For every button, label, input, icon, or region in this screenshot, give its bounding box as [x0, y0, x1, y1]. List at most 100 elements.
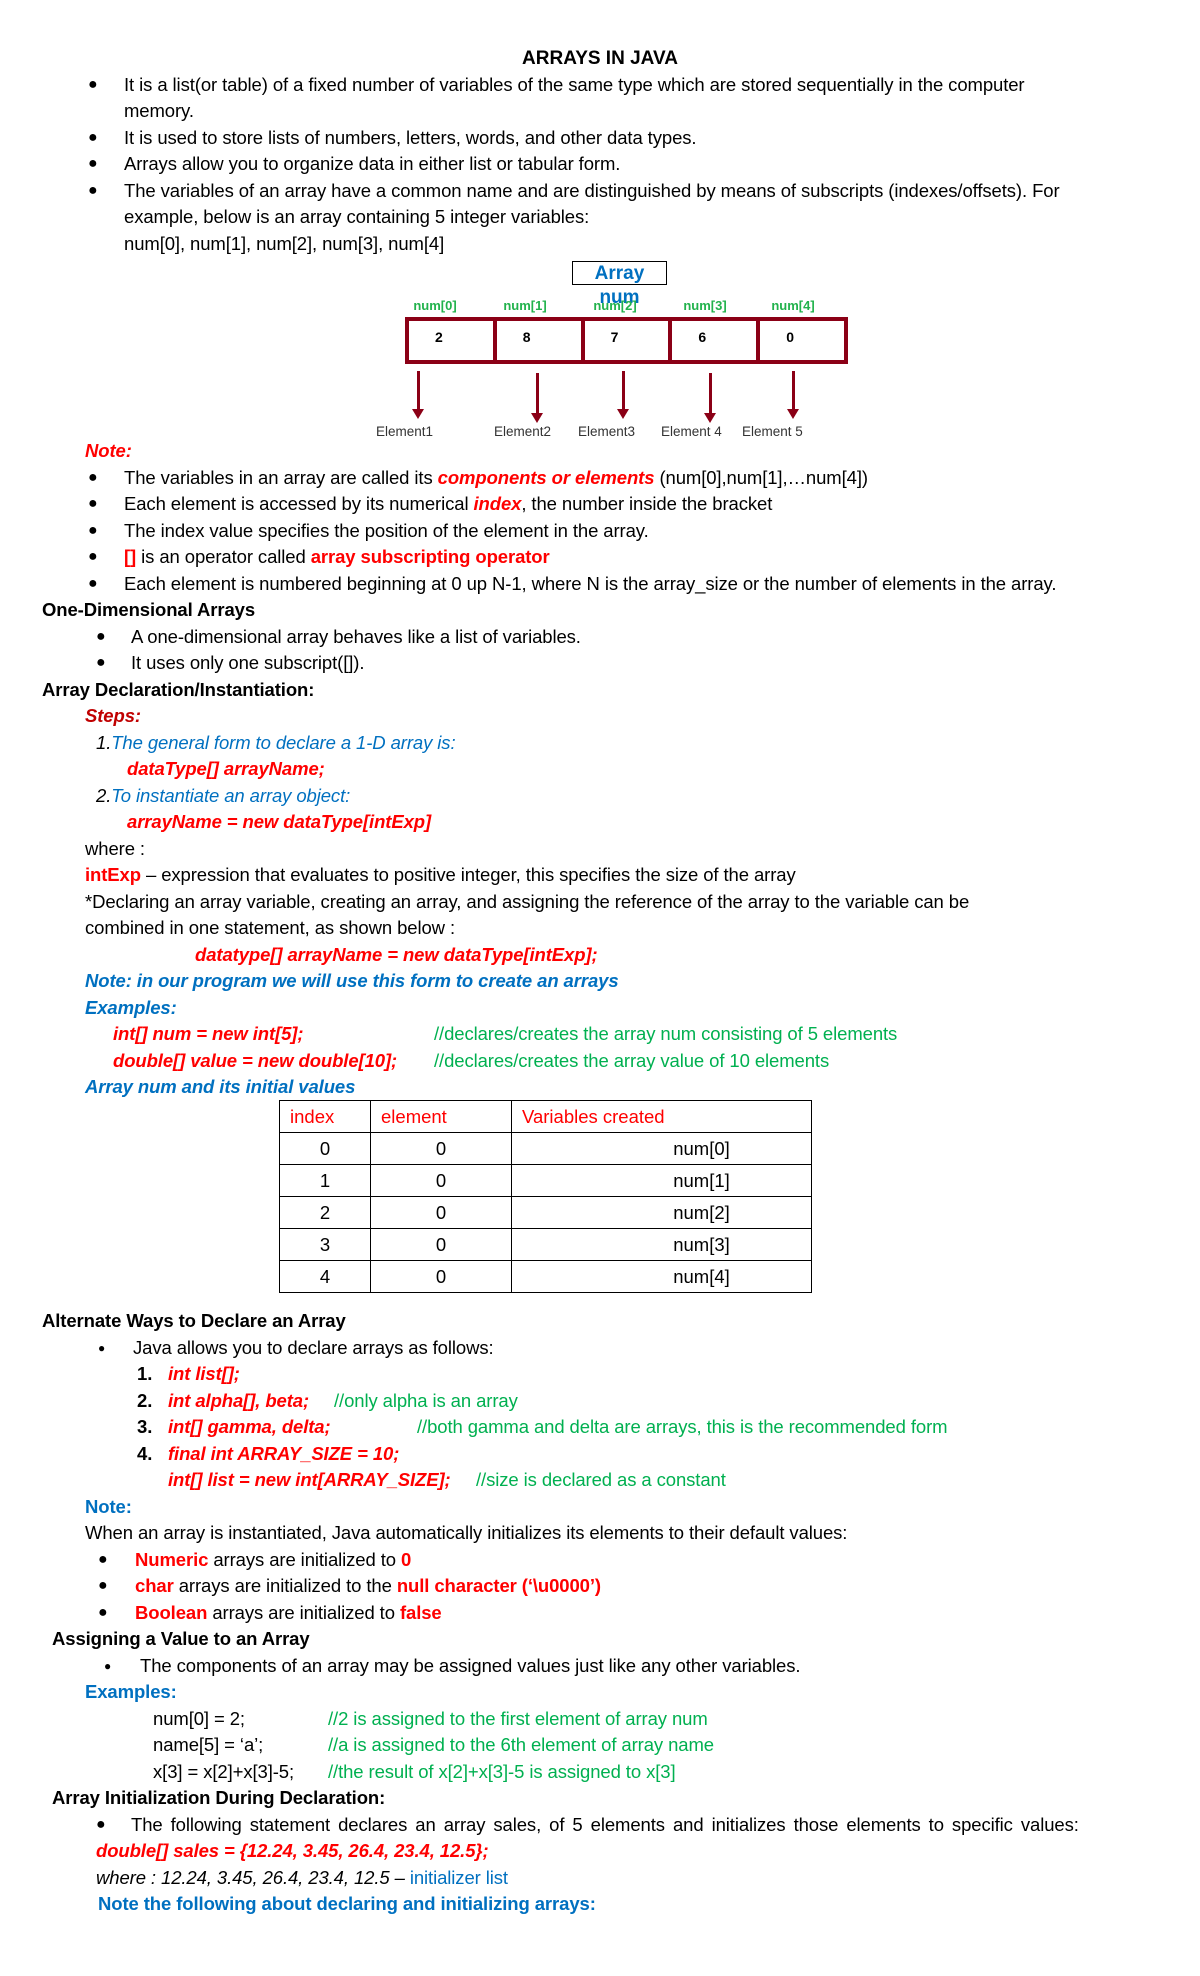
code-line: double[] sales = {12.24, 3.45, 26.4, 23.… — [96, 1840, 489, 1861]
array-cell: 6 — [672, 321, 761, 360]
cell-value: 8 — [522, 329, 531, 345]
default-value: 0 — [401, 1549, 412, 1570]
table-cell: 2 — [279, 1196, 371, 1229]
note-item: The index value specifies the position o… — [124, 520, 649, 541]
emphasis: components or elements — [437, 467, 655, 488]
diagram-title: Array num — [572, 261, 667, 308]
array-cell: 0 — [760, 321, 844, 360]
default-item: Numeric arrays are initialized to 0 — [135, 1547, 411, 1573]
emphasis: index — [473, 493, 522, 514]
code-line: arrayName = new dataType[intExp] — [127, 811, 432, 832]
step-number: 1. — [96, 732, 112, 753]
examples-label: Examples: — [85, 997, 177, 1018]
arrow-down-icon — [531, 373, 543, 423]
bullet-icon: ● — [88, 548, 98, 565]
cell-value: 0 — [786, 329, 794, 345]
code-comment: //declares/creates the array value of 10… — [434, 1050, 830, 1071]
text: where : 12.24, 3.45, 26.4, 23.4, 12.5 – — [96, 1867, 410, 1888]
array-diagram: Array num num[0] num[1] num[2] num[3] nu… — [370, 255, 870, 445]
type-name: Numeric — [135, 1549, 209, 1570]
text: Each element is accessed by its numerica… — [124, 493, 474, 514]
intro-item-cont: memory. — [124, 100, 194, 121]
bullet-icon: ● — [98, 1551, 108, 1568]
step-item: 1.The general form to declare a 1-D arra… — [96, 730, 456, 756]
code-line: dataType[] arrayName; — [127, 758, 325, 779]
array-cell: 7 — [585, 321, 673, 360]
cell-label: num[1] — [503, 298, 547, 313]
code-line: int list[]; — [168, 1363, 240, 1384]
code-line: final int ARRAY_SIZE = 10; — [168, 1443, 400, 1464]
page-title: ARRAYS IN JAVA — [522, 48, 678, 69]
intro-item: Arrays allow you to organize data in eit… — [124, 153, 621, 174]
code-comment: //only alpha is an array — [334, 1390, 518, 1411]
step-text: To instantiate an array object: — [111, 785, 351, 806]
cell-value: 2 — [435, 329, 443, 345]
section-heading: Array Initialization During Declaration: — [52, 1787, 386, 1808]
element-label: Element3 — [578, 424, 636, 439]
steps-label: Steps: — [85, 705, 141, 726]
arrow-down-icon — [412, 371, 424, 419]
code-line: x[3] = x[2]+x[3]-5; — [153, 1761, 295, 1782]
note-label: Note: — [85, 1496, 132, 1517]
arrow-down-icon — [787, 371, 799, 419]
table-cell: 1 — [279, 1164, 371, 1197]
text: – expression that evaluates to positive … — [140, 864, 796, 885]
bullet-icon: ● — [98, 1577, 108, 1594]
text: arrays are initialized to the — [173, 1575, 397, 1596]
section-heading: Array Declaration/Instantiation: — [42, 679, 315, 700]
bullet-icon: ● — [88, 522, 98, 539]
note-item: Each element is numbered beginning at 0 … — [124, 573, 1057, 594]
arrow-down-icon — [704, 373, 716, 423]
code-line: datatype[] arrayName = new dataType[intE… — [195, 944, 598, 965]
bullet-icon: ● — [88, 182, 98, 199]
table-row: 1 0 num[1] — [279, 1164, 812, 1197]
table-cell: 0 — [370, 1132, 512, 1165]
section-heading: Alternate Ways to Declare an Array — [42, 1310, 346, 1331]
where-label: where : — [85, 838, 145, 859]
type-name: Boolean — [135, 1602, 208, 1623]
table-cell: 3 — [279, 1228, 371, 1261]
item-number: 1. — [137, 1363, 153, 1384]
bullet-icon: ● — [96, 654, 106, 671]
where-line: where : 12.24, 3.45, 26.4, 23.4, 12.5 – … — [96, 1865, 508, 1891]
code-line: int[] list = new int[ARRAY_SIZE]; — [168, 1469, 451, 1490]
paragraph: *Declaring an array variable, creating a… — [85, 891, 970, 912]
code-comment: //the result of x[2]+x[3]-5 is assigned … — [328, 1761, 676, 1782]
column-header: index — [279, 1100, 371, 1133]
table-cell: num[3] — [511, 1228, 812, 1261]
element-label: Element1 — [376, 424, 434, 439]
cell-label: num[4] — [771, 298, 815, 313]
term: initializer list — [409, 1867, 508, 1888]
cell-label: num[3] — [683, 298, 727, 313]
item-number: 3. — [137, 1416, 153, 1437]
table-header-row: index element Variables created — [279, 1100, 812, 1133]
text: arrays are initialized to — [207, 1602, 400, 1623]
section-heading: One-Dimensional Arrays — [42, 599, 256, 620]
note-heading: Note: — [85, 440, 132, 461]
intro-item-cont: example, below is an array containing 5 … — [124, 206, 590, 227]
list-item: A one-dimensional array behaves like a l… — [131, 626, 581, 647]
table-cell: num[0] — [511, 1132, 812, 1165]
element-label: Element 5 — [742, 424, 803, 439]
intro-item: It is used to store lists of numbers, le… — [124, 127, 697, 148]
bullet-icon: ● — [88, 495, 98, 512]
bullet-icon: ● — [88, 469, 98, 486]
array-cells: 2 8 7 6 0 — [405, 317, 848, 364]
table-cell: num[2] — [511, 1196, 812, 1229]
bullet-icon: ● — [98, 1604, 108, 1621]
text: arrays are initialized to — [208, 1549, 401, 1570]
array-cell: 2 — [409, 321, 497, 360]
closing-note: Note the following about declaring and i… — [98, 1893, 596, 1914]
item-number: 2. — [137, 1390, 153, 1411]
table-cell: 4 — [279, 1260, 371, 1293]
table-cell: 0 — [370, 1228, 512, 1261]
code-comment: //a is assigned to the 6th element of ar… — [328, 1734, 714, 1755]
paragraph: When an array is instantiated, Java auto… — [85, 1522, 848, 1543]
code-comment: //2 is assigned to the first element of … — [328, 1708, 708, 1729]
bullet-icon: ● — [88, 155, 98, 172]
bullet-icon: ● — [88, 129, 98, 146]
table-cell: num[1] — [511, 1164, 812, 1197]
cell-value: 7 — [610, 329, 619, 345]
list-item: It uses only one subscript([]). — [131, 652, 365, 673]
step-item: 2.To instantiate an array object: — [96, 783, 350, 809]
